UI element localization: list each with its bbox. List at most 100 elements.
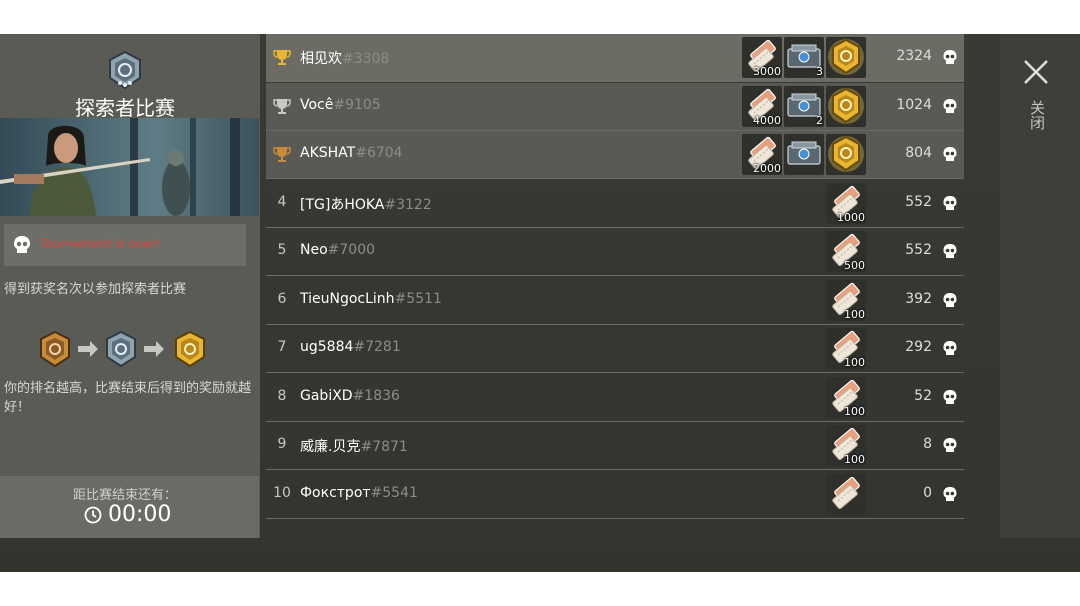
skull-icon bbox=[943, 293, 957, 307]
trophy-bronze-icon bbox=[273, 147, 291, 162]
player-name-text: 相见欢 bbox=[300, 51, 342, 67]
ticket-quantity: 100 bbox=[844, 453, 865, 466]
gold-medal-icon bbox=[828, 135, 864, 172]
ticket-reward-slot: 500 bbox=[826, 231, 866, 272]
countdown-box: 距比赛结束还有： 00:00 bbox=[0, 476, 259, 538]
countdown-label: 距比赛结束还有： bbox=[72, 488, 177, 503]
player-name-text: 威廉.贝克 bbox=[300, 439, 361, 455]
ticket-reward-slot: 100 bbox=[826, 280, 866, 321]
arrow-right-icon bbox=[144, 341, 164, 357]
rank-number: 6 bbox=[277, 291, 287, 307]
leaderboard-row[interactable]: 6 TieuNgocLinh#5511 100 392 bbox=[266, 277, 964, 325]
ticket-quantity: 3000 bbox=[753, 65, 781, 78]
player-name-text: TieuNgocLinh bbox=[300, 291, 395, 307]
skull-icon bbox=[943, 341, 957, 355]
player-tag: #5541 bbox=[370, 485, 418, 501]
gold-rank-icon bbox=[175, 330, 205, 368]
rank-progression-icons bbox=[40, 330, 205, 368]
supply-crate-icon bbox=[787, 141, 821, 165]
player-name-text: ug5884 bbox=[300, 339, 354, 355]
ticket-reward-slot: 1000 bbox=[826, 183, 866, 224]
ticket-icon bbox=[832, 476, 860, 509]
player-name-text: Neo bbox=[300, 242, 328, 258]
ticket-reward-slot: 3000 bbox=[742, 37, 782, 78]
leaderboard-row[interactable]: 5 Neo#7000 500 552 bbox=[266, 228, 964, 276]
player-tag: #3122 bbox=[384, 197, 432, 213]
clock-icon bbox=[84, 506, 102, 523]
skull-icon bbox=[14, 236, 30, 253]
leaderboard-row[interactable]: 4 [TG]あHOKA#3122 1000 552 bbox=[266, 180, 964, 228]
tournament-info-text: 得到获奖名次以参加探索者比赛 bbox=[4, 282, 187, 297]
ticket-quantity: 100 bbox=[844, 405, 865, 418]
explorer-rank-badge-icon bbox=[109, 50, 141, 90]
player-score: 552 bbox=[905, 242, 932, 258]
ticket-reward-slot bbox=[826, 474, 866, 515]
ticket-quantity: 2000 bbox=[753, 162, 781, 175]
leaderboard-row[interactable]: 相见欢#3308 3 3000 2324 bbox=[266, 34, 964, 82]
ticket-reward-slot: 100 bbox=[826, 425, 866, 466]
medal-reward-slot bbox=[826, 134, 866, 175]
player-score: 292 bbox=[905, 339, 932, 355]
gold-medal-icon bbox=[828, 87, 864, 124]
leaderboard-row[interactable]: AKSHAT#6704 2000 804 bbox=[266, 131, 964, 179]
player-name[interactable]: Фокстрот#5541 bbox=[300, 485, 418, 501]
tournament-info-panel: 探索者比赛 Tournament is over! 得到获奖名次以参加探索者比赛 bbox=[0, 34, 260, 538]
player-name[interactable]: TieuNgocLinh#5511 bbox=[300, 291, 442, 307]
skull-icon bbox=[943, 244, 957, 258]
trophy-silver-icon bbox=[273, 99, 291, 114]
panel-title: 探索者比赛 bbox=[75, 96, 175, 120]
player-score: 52 bbox=[914, 388, 932, 404]
leaderboard-row[interactable]: 9 威廉.贝克#7871 100 8 bbox=[266, 422, 964, 470]
bronze-rank-icon bbox=[40, 330, 70, 368]
skull-icon bbox=[943, 438, 957, 452]
crate-reward-slot bbox=[784, 134, 824, 175]
player-tag: #7000 bbox=[327, 242, 376, 258]
player-score: 1024 bbox=[896, 97, 932, 113]
player-name[interactable]: ug5884#7281 bbox=[300, 339, 401, 355]
player-name[interactable]: [TG]あHOKA#3122 bbox=[300, 194, 432, 214]
skull-icon bbox=[943, 99, 957, 113]
countdown-value: 00:00 bbox=[108, 502, 172, 527]
player-name[interactable]: AKSHAT#6704 bbox=[300, 145, 403, 161]
leaderboard-row[interactable]: Você#9105 2 4000 1024 bbox=[266, 83, 964, 131]
ticket-reward-slot: 4000 bbox=[742, 86, 782, 127]
player-name-text: GabiXD bbox=[300, 388, 353, 404]
player-tag: #7871 bbox=[360, 439, 408, 455]
leaderboard-row[interactable]: 8 GabiXD#1836 100 52 bbox=[266, 374, 964, 422]
ticket-quantity: 100 bbox=[844, 356, 865, 369]
player-name[interactable]: Você#9105 bbox=[300, 97, 381, 113]
player-score: 8 bbox=[923, 436, 932, 452]
player-score: 0 bbox=[923, 485, 932, 501]
rank-reward-description: 你的排名越高，比赛结束后得到的奖励就越好！ bbox=[4, 381, 252, 415]
player-tag: #7281 bbox=[353, 339, 401, 355]
crate-quantity: 2 bbox=[816, 114, 823, 127]
tournament-hero-illustration bbox=[0, 118, 259, 216]
close-button-label[interactable]: 关闭 bbox=[1028, 100, 1046, 130]
ticket-reward-slot: 100 bbox=[826, 328, 866, 369]
arrow-right-icon bbox=[78, 341, 98, 357]
silver-rank-icon bbox=[106, 330, 136, 368]
ticket-quantity: 100 bbox=[844, 308, 865, 321]
ticket-quantity: 500 bbox=[844, 259, 865, 272]
player-name[interactable]: Neo#7000 bbox=[300, 242, 375, 258]
ticket-reward-slot: 2000 bbox=[742, 134, 782, 175]
ticket-quantity: 4000 bbox=[753, 114, 781, 127]
player-tag: #5511 bbox=[394, 291, 442, 307]
player-score: 392 bbox=[905, 291, 932, 307]
skull-icon bbox=[943, 147, 957, 161]
rank-number: 10 bbox=[273, 485, 291, 501]
player-name-text: [TG]あHOKA bbox=[300, 197, 385, 213]
rank-number: 4 bbox=[277, 194, 287, 210]
player-score: 804 bbox=[905, 145, 932, 161]
rank-number: 9 bbox=[277, 436, 287, 452]
skull-icon bbox=[943, 487, 957, 501]
player-name[interactable]: 威廉.贝克#7871 bbox=[300, 436, 408, 456]
skull-icon bbox=[943, 50, 957, 64]
leaderboard-row[interactable]: 10 Фокстрот#5541 0 bbox=[266, 471, 964, 519]
player-name[interactable]: 相见欢#3308 bbox=[300, 48, 389, 68]
close-icon[interactable] bbox=[1022, 58, 1050, 86]
leaderboard-row[interactable]: 7 ug5884#7281 100 292 bbox=[266, 325, 964, 373]
skull-icon bbox=[943, 390, 957, 404]
player-name[interactable]: GabiXD#1836 bbox=[300, 388, 400, 404]
rank-number: 7 bbox=[277, 339, 287, 355]
